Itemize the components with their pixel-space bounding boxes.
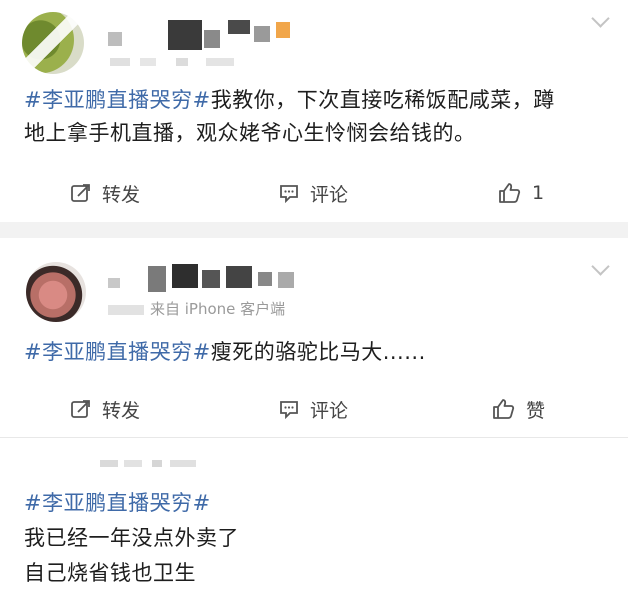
comment-button[interactable]: 评论 [278, 178, 348, 208]
post-card-2: 来自 iPhone 客户端 #李亚鹏直播哭穷#瘦死的骆驼比马大...... 转发… [0, 238, 628, 436]
hashtag-link[interactable]: #李亚鹏直播哭穷# [24, 491, 211, 515]
comment-label: 评论 [310, 183, 349, 206]
post-text: #李亚鹏直播哭穷#瘦死的骆驼比马大...... [24, 340, 426, 364]
hashtag-link[interactable]: #李亚鹏直播哭穷# [24, 340, 211, 364]
comment-icon [280, 401, 298, 420]
like-button[interactable]: 1 [498, 178, 544, 208]
post-text: #李亚鹏直播哭穷#我教你，下次直接吃稀饭配咸菜，蹲 地上拿手机直播，观众姥爷心生… [24, 88, 555, 145]
like-button[interactable]: 赞 [492, 394, 545, 424]
repost-button[interactable]: 转发 [70, 394, 140, 424]
avatar[interactable] [22, 12, 84, 74]
repost-icon [71, 184, 90, 202]
hashtag-link[interactable]: #李亚鹏直播哭穷# [24, 88, 211, 112]
like-icon [493, 399, 515, 419]
comment-icon [280, 185, 298, 204]
meta-redacted [100, 460, 210, 468]
username-redacted[interactable] [108, 18, 308, 58]
post-source: 来自 iPhone 客户端 [108, 298, 285, 319]
comment-label: 评论 [310, 399, 349, 422]
post-text: #李亚鹏直播哭穷# 我已经一年没点外卖了 自己烧省钱也卫生 [24, 491, 239, 585]
post-card-3: #李亚鹏直播哭穷# 我已经一年没点外卖了 自己烧省钱也卫生 [0, 438, 628, 594]
repost-label: 转发 [102, 399, 141, 422]
like-label: 赞 [526, 399, 546, 422]
username-redacted[interactable] [108, 262, 308, 298]
post-card-1: #李亚鹏直播哭穷#我教你，下次直接吃稀饭配咸菜，蹲 地上拿手机直播，观众姥爷心生… [0, 0, 628, 222]
chevron-down-icon[interactable] [591, 257, 610, 276]
chevron-down-icon[interactable] [591, 9, 610, 28]
source-redacted [108, 304, 144, 315]
comment-button[interactable]: 评论 [278, 394, 348, 424]
repost-label: 转发 [102, 183, 141, 206]
post-actions: 转发 评论 1 [0, 178, 628, 208]
avatar[interactable] [26, 262, 86, 322]
repost-button[interactable]: 转发 [70, 178, 140, 208]
like-count: 1 [532, 182, 545, 204]
like-icon [499, 183, 521, 203]
post-actions: 转发 评论 赞 [0, 394, 628, 424]
meta-redacted [110, 58, 250, 68]
post-divider [0, 222, 628, 238]
repost-icon [71, 400, 90, 418]
